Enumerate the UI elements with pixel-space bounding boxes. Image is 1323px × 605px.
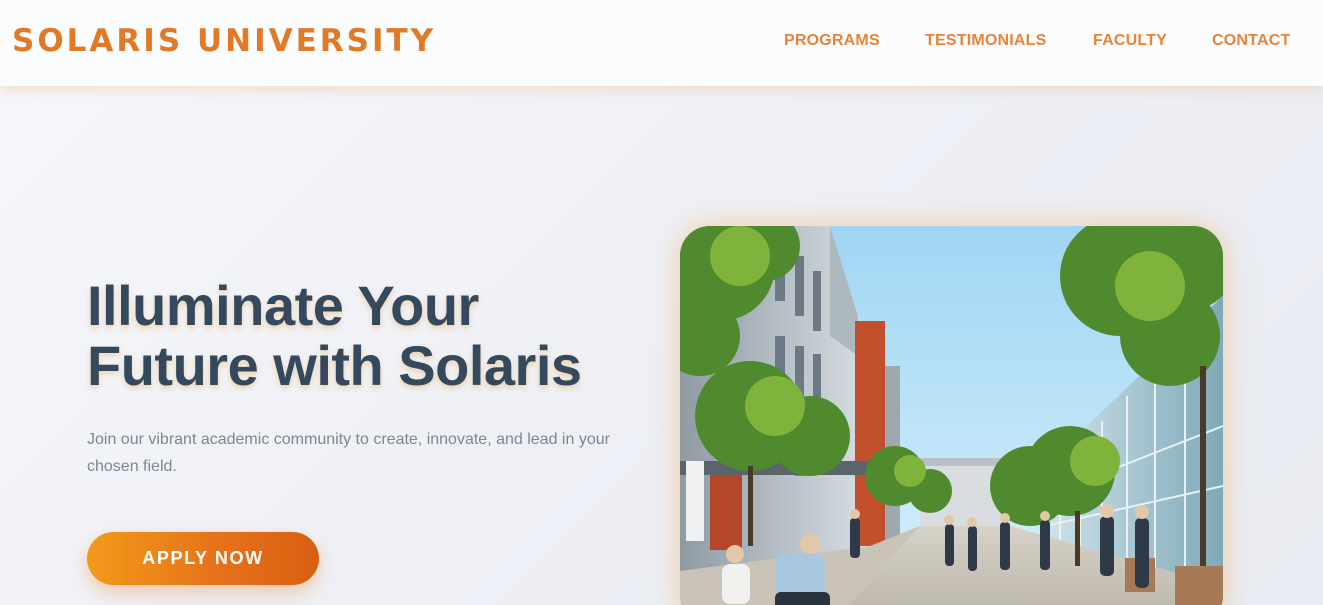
hero-title-line-2: Future with Solaris <box>87 334 582 397</box>
nav-link-testimonials[interactable]: TESTIMONIALS <box>925 31 1047 51</box>
main-nav: PROGRAMS TESTIMONIALS FACULTY CONTACT <box>0 31 1323 51</box>
nav-link-programs[interactable]: PROGRAMS <box>784 31 880 51</box>
hero-title-line-1: Illuminate Your <box>87 274 479 337</box>
campus-image <box>680 226 1223 605</box>
hero-subtitle: Join our vibrant academic community to c… <box>87 431 610 475</box>
nav-link-contact[interactable]: CONTACT <box>1212 31 1290 51</box>
site-header: SOLARIS UNIVERSITY PROGRAMS TESTIMONIALS… <box>0 0 1323 86</box>
hero-title: Illuminate Your Future with Solaris <box>87 276 647 396</box>
apply-now-button[interactable]: APPLY NOW <box>87 532 319 585</box>
nav-link-faculty[interactable]: FACULTY <box>1093 31 1167 51</box>
